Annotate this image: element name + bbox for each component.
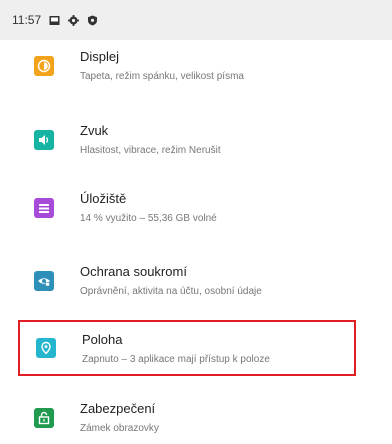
image-icon xyxy=(49,15,60,26)
settings-item-title: Poloha xyxy=(82,332,123,347)
settings-item-security[interactable]: Zabezpečení Zámek obrazovky xyxy=(18,392,356,444)
settings-item-subtitle: Hlasitost, vibrace, režim Nerušit xyxy=(80,145,221,156)
settings-item-title: Zvuk xyxy=(80,123,109,138)
settings-item-privacy[interactable]: Ochrana soukromí Oprávnění, aktivita na … xyxy=(18,255,356,307)
settings-item-sound[interactable]: Zvuk Hlasitost, vibrace, režim Nerušit xyxy=(18,114,356,166)
settings-item-storage[interactable]: Úložiště 14 % využito – 55,36 GB volné xyxy=(18,182,356,234)
lock-icon xyxy=(34,408,54,428)
settings-item-display[interactable]: Displej Tapeta, režim spánku, velikost p… xyxy=(18,40,356,92)
privacy-icon xyxy=(34,271,54,291)
settings-item-title: Ochrana soukromí xyxy=(80,264,187,279)
volume-icon xyxy=(34,130,54,150)
gear-icon xyxy=(68,14,80,26)
brightness-icon xyxy=(34,56,54,76)
settings-item-title: Úložiště xyxy=(80,191,127,206)
location-icon xyxy=(36,338,56,358)
settings-item-subtitle: Oprávnění, aktivita na účtu, osobní údaj… xyxy=(80,286,262,297)
status-time: 11:57 xyxy=(12,13,42,27)
settings-item-subtitle: 14 % využito – 55,36 GB volné xyxy=(80,213,217,224)
storage-icon xyxy=(34,198,54,218)
settings-item-subtitle: Tapeta, režim spánku, velikost písma xyxy=(80,71,244,82)
settings-item-subtitle: Zapnuto – 3 aplikace mají přístup k polo… xyxy=(82,354,270,365)
settings-item-subtitle: Zámek obrazovky xyxy=(80,423,159,434)
settings-item-title: Zabezpečení xyxy=(80,401,156,416)
shield-icon xyxy=(87,15,98,26)
settings-item-location[interactable]: Poloha Zapnuto – 3 aplikace mají přístup… xyxy=(18,320,356,376)
status-bar: 11:57 xyxy=(0,0,392,40)
settings-item-title: Displej xyxy=(80,49,120,64)
